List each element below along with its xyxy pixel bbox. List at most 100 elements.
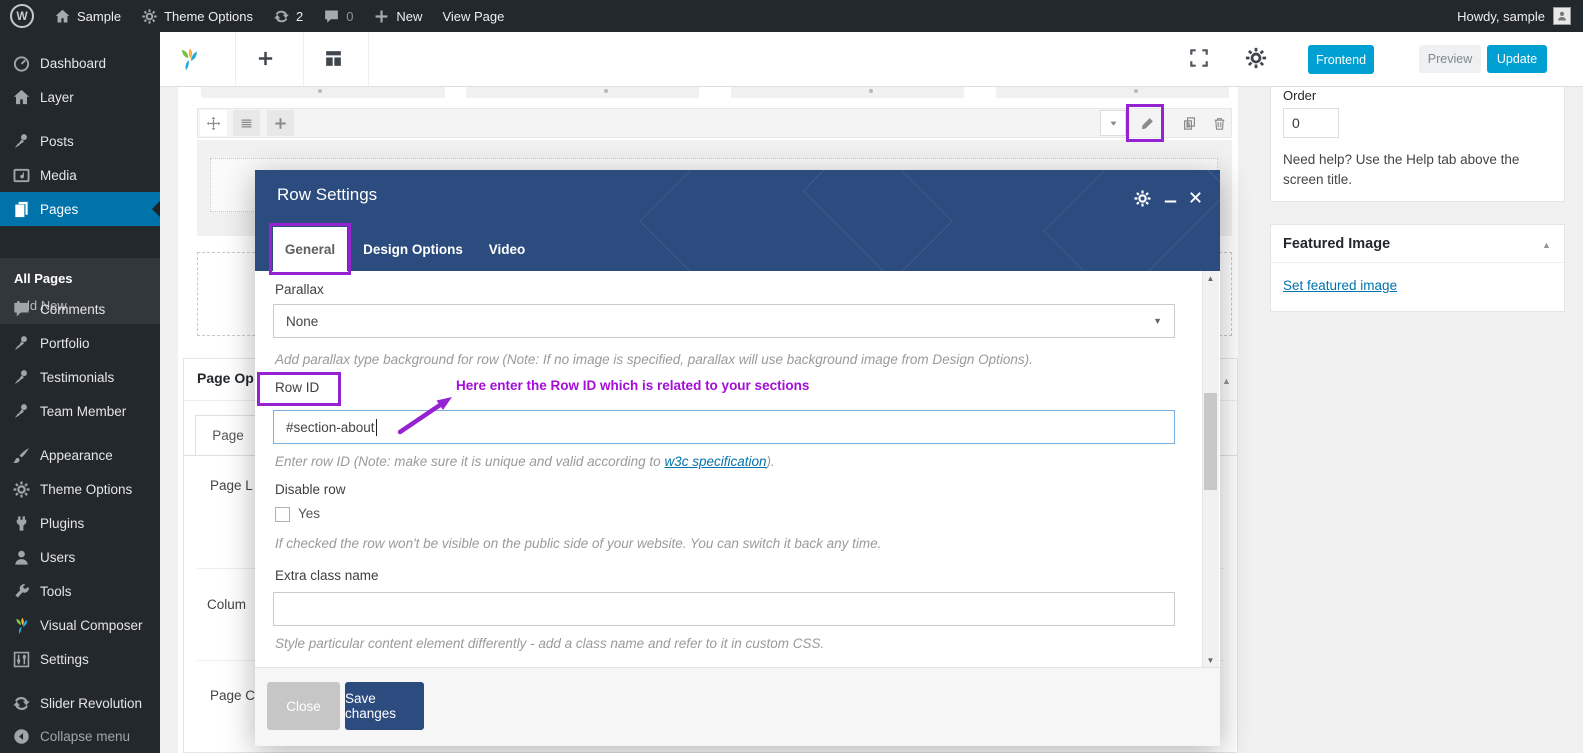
visual-composer-logo-icon xyxy=(12,616,31,635)
sidebar-item-collapse-menu[interactable]: Collapse menu xyxy=(0,719,160,753)
order-input[interactable]: 0 xyxy=(1283,108,1339,138)
panel-toggle-icon[interactable]: ▲ xyxy=(1222,376,1231,386)
text-cursor xyxy=(376,419,378,436)
sidebar-item-pages[interactable]: Pages xyxy=(0,192,160,226)
row-add-button[interactable] xyxy=(267,110,294,136)
gear-icon[interactable] xyxy=(1244,46,1268,70)
disable-row-label: Disable row xyxy=(275,482,346,497)
wordpress-menu[interactable]: W xyxy=(0,0,44,32)
parallax-select[interactable]: None ▼ xyxy=(273,304,1175,338)
tab-video[interactable]: Video xyxy=(479,227,535,271)
pin-icon xyxy=(12,334,31,353)
submenu-item-all-pages[interactable]: All Pages xyxy=(0,265,160,292)
drag-dot xyxy=(869,89,873,93)
sidebar-item-testimonials[interactable]: Testimonials xyxy=(0,360,160,394)
scroll-up-arrow[interactable]: ▲ xyxy=(1202,271,1219,285)
extra-class-input[interactable] xyxy=(273,592,1175,626)
w3c-specification-link[interactable]: w3c specification xyxy=(664,454,766,469)
user-icon xyxy=(12,548,31,567)
move-icon xyxy=(206,116,221,131)
sidebar-item-comments[interactable]: Comments xyxy=(0,292,160,326)
sidebar-item-portfolio[interactable]: Portfolio xyxy=(0,326,160,360)
scroll-down-arrow[interactable]: ▼ xyxy=(1202,653,1219,667)
pin-icon xyxy=(12,402,31,421)
update-button[interactable]: Update xyxy=(1487,45,1547,73)
vc-element-stub xyxy=(996,86,1229,98)
row-move-handle[interactable] xyxy=(200,110,227,136)
scrollbar-thumb[interactable] xyxy=(1204,393,1217,490)
row-id-help-text: Enter row ID (Note: make sure it is uniq… xyxy=(275,454,775,469)
tab-page-label: Page xyxy=(212,428,244,443)
parallax-select-value: None xyxy=(286,314,318,329)
layout-columns-icon[interactable] xyxy=(323,48,344,69)
sidebar-item-dashboard[interactable]: Dashboard xyxy=(0,46,160,80)
updates-icon xyxy=(273,8,290,25)
row-toggle-button[interactable] xyxy=(1100,110,1126,136)
row-id-help-suffix: ). xyxy=(767,454,775,469)
view-page-menu[interactable]: View Page xyxy=(432,0,514,32)
panel-toggle-icon[interactable]: ▲ xyxy=(1542,240,1551,250)
row-id-value: #section-about xyxy=(286,420,375,435)
parallax-label: Parallax xyxy=(275,282,324,297)
preview-button-label: Preview xyxy=(1428,52,1472,66)
disable-row-help-text: If checked the row won't be visible on t… xyxy=(275,536,881,551)
site-name-menu[interactable]: Sample xyxy=(44,0,131,32)
row-toolbar xyxy=(197,108,1232,138)
page-content-label: Page C xyxy=(210,688,255,703)
row-copy-button[interactable] xyxy=(1176,110,1203,136)
admin-bar: W Sample Theme Options 2 0 New View Page… xyxy=(0,0,1583,32)
frontend-button-label: Frontend xyxy=(1316,53,1366,67)
rows-icon xyxy=(239,116,254,131)
account-menu[interactable]: Howdy, sample xyxy=(1457,7,1583,25)
sidebar-item-users[interactable]: Users xyxy=(0,540,160,574)
sidebar-item-theme-options[interactable]: Theme Options xyxy=(0,472,160,506)
preview-button[interactable]: Preview xyxy=(1419,45,1481,73)
sidebar-item-label: Media xyxy=(40,168,77,183)
set-featured-image-link[interactable]: Set featured image xyxy=(1283,278,1397,293)
sidebar-item-layer[interactable]: Layer xyxy=(0,80,160,114)
sidebar-item-media[interactable]: Media xyxy=(0,158,160,192)
annotation-box-general-tab xyxy=(269,223,351,275)
minimize-icon[interactable] xyxy=(1161,192,1180,211)
save-changes-button[interactable]: Save changes xyxy=(345,682,424,730)
close-icon[interactable] xyxy=(1187,189,1204,206)
theme-options-menu[interactable]: Theme Options xyxy=(131,0,263,32)
gear-icon xyxy=(141,8,158,25)
pin-icon xyxy=(12,368,31,387)
new-content-menu[interactable]: New xyxy=(363,0,432,32)
sidebar-item-team-member[interactable]: Team Member xyxy=(0,394,160,428)
update-button-label: Update xyxy=(1497,52,1537,66)
vc-element-stub xyxy=(731,86,964,98)
row-delete-button[interactable] xyxy=(1206,110,1233,136)
tab-page[interactable]: Page xyxy=(195,415,261,456)
sidebar-item-plugins[interactable]: Plugins xyxy=(0,506,160,540)
sidebar-item-visual-composer[interactable]: Visual Composer xyxy=(0,608,160,642)
add-element-icon[interactable] xyxy=(256,49,275,68)
annotation-arrow xyxy=(393,391,457,439)
frontend-button[interactable]: Frontend xyxy=(1308,45,1374,74)
sidebar-item-slider-revolution[interactable]: Slider Revolution xyxy=(0,686,160,720)
drag-dot xyxy=(318,89,322,93)
comments-menu[interactable]: 0 xyxy=(313,0,363,32)
updates-menu[interactable]: 2 xyxy=(263,0,313,32)
modal-settings-gear-icon[interactable] xyxy=(1133,189,1152,208)
sidebar-item-settings[interactable]: Settings xyxy=(0,642,160,676)
annotation-box-edit-pencil xyxy=(1126,104,1164,142)
order-value: 0 xyxy=(1292,115,1300,131)
vc-element-stub xyxy=(201,86,445,98)
sidebar-item-label: Layer xyxy=(40,90,74,105)
close-button[interactable]: Close xyxy=(267,682,340,730)
home-icon xyxy=(12,88,31,107)
avatar xyxy=(1553,7,1571,25)
tab-design-options[interactable]: Design Options xyxy=(359,227,467,271)
disable-row-checkbox[interactable] xyxy=(275,507,290,522)
row-layout-button[interactable] xyxy=(233,110,260,136)
user-icon xyxy=(1556,10,1568,22)
fullscreen-icon[interactable] xyxy=(1188,47,1210,69)
sidebar-item-appearance[interactable]: Appearance xyxy=(0,438,160,472)
columns-label: Colum xyxy=(207,597,246,612)
featured-image-title: Featured Image xyxy=(1283,236,1390,252)
sidebar-item-tools[interactable]: Tools xyxy=(0,574,160,608)
toolbar-separator xyxy=(235,32,236,86)
sidebar-item-posts[interactable]: Posts xyxy=(0,124,160,158)
